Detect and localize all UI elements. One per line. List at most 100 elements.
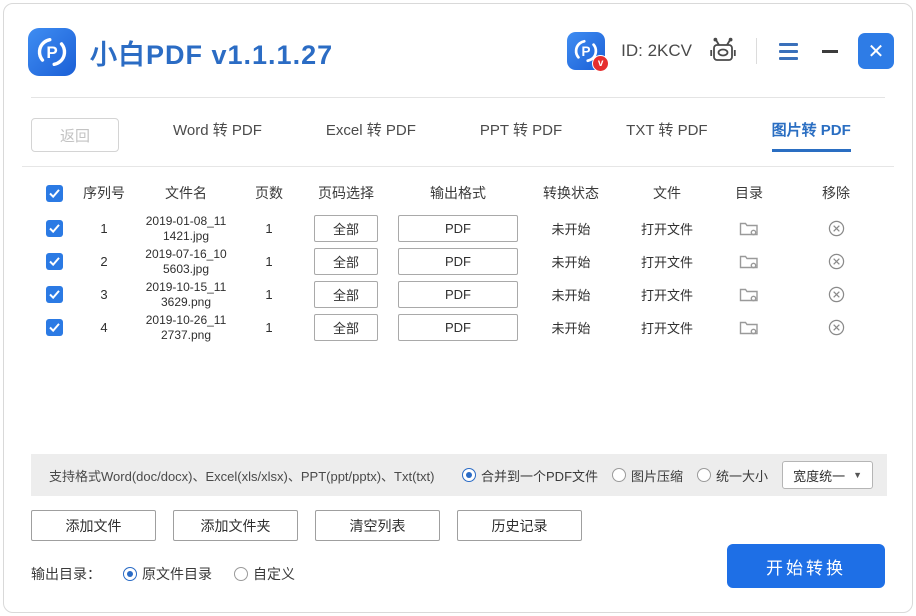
tab-separator [22,166,894,167]
tab-image-to-pdf[interactable]: 图片转 PDF [772,119,851,152]
row-pages: 1 [241,254,297,269]
brand: P 小白PDF v1.1.1.27 [28,28,333,76]
image-compress-radio[interactable]: 图片压缩 [612,466,683,485]
history-button[interactable]: 历史记录 [457,510,582,541]
app-logo-icon: P [28,28,76,76]
source-directory-radio[interactable]: 原文件目录 [123,564,212,584]
open-file-link[interactable]: 打开文件 [641,285,693,304]
uniform-size-radio[interactable]: 统一大小 [697,466,768,485]
vip-badge-icon: v [592,55,609,72]
table-row: 1 2019-01-08_111421.jpg 1 全部 PDF 未开始 打开文… [31,212,887,245]
col-header-filename: 文件名 [131,183,241,203]
add-file-button[interactable]: 添加文件 [31,510,156,541]
output-format-button[interactable]: PDF [398,215,518,242]
app-title: 小白PDF v1.1.1.27 [90,33,333,72]
output-format-button[interactable]: PDF [398,314,518,341]
clear-list-button[interactable]: 清空列表 [315,510,440,541]
page-select-button[interactable]: 全部 [314,281,378,308]
row-filename: 2019-01-08_111421.jpg [143,214,229,244]
svg-text:P: P [582,44,591,59]
svg-text:P: P [46,43,57,62]
minimize-button[interactable] [818,39,842,63]
merge-pdf-label: 合并到一个PDF文件 [481,466,598,485]
tab-bar: 返回 Word 转 PDF Excel 转 PDF PPT 转 PDF TXT … [31,112,887,158]
page-select-button[interactable]: 全部 [314,215,378,242]
remove-icon[interactable] [828,319,845,336]
chevron-down-icon: ▼ [853,470,862,480]
row-status: 未开始 [521,219,621,238]
radio-icon [234,567,248,581]
open-file-link[interactable]: 打开文件 [641,252,693,271]
row-checkbox[interactable] [46,319,63,336]
row-pages: 1 [241,221,297,236]
radio-selected-icon [123,567,137,581]
output-format-button[interactable]: PDF [398,281,518,308]
start-convert-button[interactable]: 开始转换 [727,544,885,588]
row-checkbox[interactable] [46,253,63,270]
folder-icon[interactable] [739,286,759,303]
output-directory-label: 输出目录： [31,564,101,584]
row-filename: 2019-07-16_105603.jpg [143,247,229,277]
radio-selected-icon [462,468,476,482]
row-filename: 2019-10-15_113629.png [143,280,229,310]
col-header-index: 序列号 [77,183,131,203]
table-row: 4 2019-10-26_112737.png 1 全部 PDF 未开始 打开文… [31,311,887,344]
robot-service-icon[interactable] [708,37,738,65]
table-row: 2 2019-07-16_105603.jpg 1 全部 PDF 未开始 打开文… [31,245,887,278]
col-header-output-format: 输出格式 [395,183,521,203]
header-divider [756,38,757,64]
row-index: 4 [77,320,131,335]
source-directory-label: 原文件目录 [142,564,212,584]
radio-icon [697,468,711,482]
row-pages: 1 [241,320,297,335]
back-button[interactable]: 返回 [31,118,119,152]
add-folder-button[interactable]: 添加文件夹 [173,510,298,541]
open-file-link[interactable]: 打开文件 [641,219,693,238]
app-window: P 小白PDF v1.1.1.27 P v ID: 2KCV [3,3,913,613]
col-header-page-select: 页码选择 [297,183,395,203]
row-status: 未开始 [521,285,621,304]
remove-icon[interactable] [828,220,845,237]
menu-icon[interactable] [775,39,802,64]
title-bar: P 小白PDF v1.1.1.27 P v ID: 2KCV [4,4,912,100]
table-row: 3 2019-10-15_113629.png 1 全部 PDF 未开始 打开文… [31,278,887,311]
file-table: 序列号 文件名 页数 页码选择 输出格式 转换状态 文件 目录 移除 1 201… [31,174,887,344]
row-checkbox[interactable] [46,286,63,303]
row-status: 未开始 [521,252,621,271]
custom-directory-radio[interactable]: 自定义 [234,564,295,584]
folder-icon[interactable] [739,253,759,270]
formats-bar: 支持格式Word(doc/docx)、Excel(xls/xlsx)、PPT(p… [31,454,887,496]
folder-icon[interactable] [739,220,759,237]
output-directory-row: 输出目录： 原文件目录 自定义 [31,564,295,584]
custom-directory-label: 自定义 [253,564,295,584]
header-separator [31,97,885,98]
row-status: 未开始 [521,318,621,337]
tab-word-to-pdf[interactable]: Word 转 PDF [173,119,262,152]
tab-excel-to-pdf[interactable]: Excel 转 PDF [326,119,416,152]
folder-icon[interactable] [739,319,759,336]
action-buttons: 添加文件 添加文件夹 清空列表 历史记录 [31,510,582,541]
page-select-button[interactable]: 全部 [314,248,378,275]
row-index: 2 [77,254,131,269]
close-button[interactable]: ✕ [858,33,894,69]
col-header-file: 文件 [621,183,713,203]
row-index: 1 [77,221,131,236]
remove-icon[interactable] [828,253,845,270]
select-all-checkbox[interactable] [46,185,63,202]
col-header-directory: 目录 [713,183,785,203]
col-header-remove: 移除 [785,183,887,203]
table-header-row: 序列号 文件名 页数 页码选择 输出格式 转换状态 文件 目录 移除 [31,174,887,212]
page-select-button[interactable]: 全部 [314,314,378,341]
image-compress-label: 图片压缩 [631,466,683,485]
open-file-link[interactable]: 打开文件 [641,318,693,337]
row-index: 3 [77,287,131,302]
merge-pdf-radio[interactable]: 合并到一个PDF文件 [462,466,598,485]
tab-ppt-to-pdf[interactable]: PPT 转 PDF [480,119,562,152]
account-logo: P v [567,32,605,70]
output-format-button[interactable]: PDF [398,248,518,275]
remove-icon[interactable] [828,286,845,303]
tab-txt-to-pdf[interactable]: TXT 转 PDF [626,119,707,152]
row-checkbox[interactable] [46,220,63,237]
size-mode-dropdown[interactable]: 宽度统一 ▼ [782,461,873,489]
user-id-label: ID: 2KCV [621,41,692,61]
